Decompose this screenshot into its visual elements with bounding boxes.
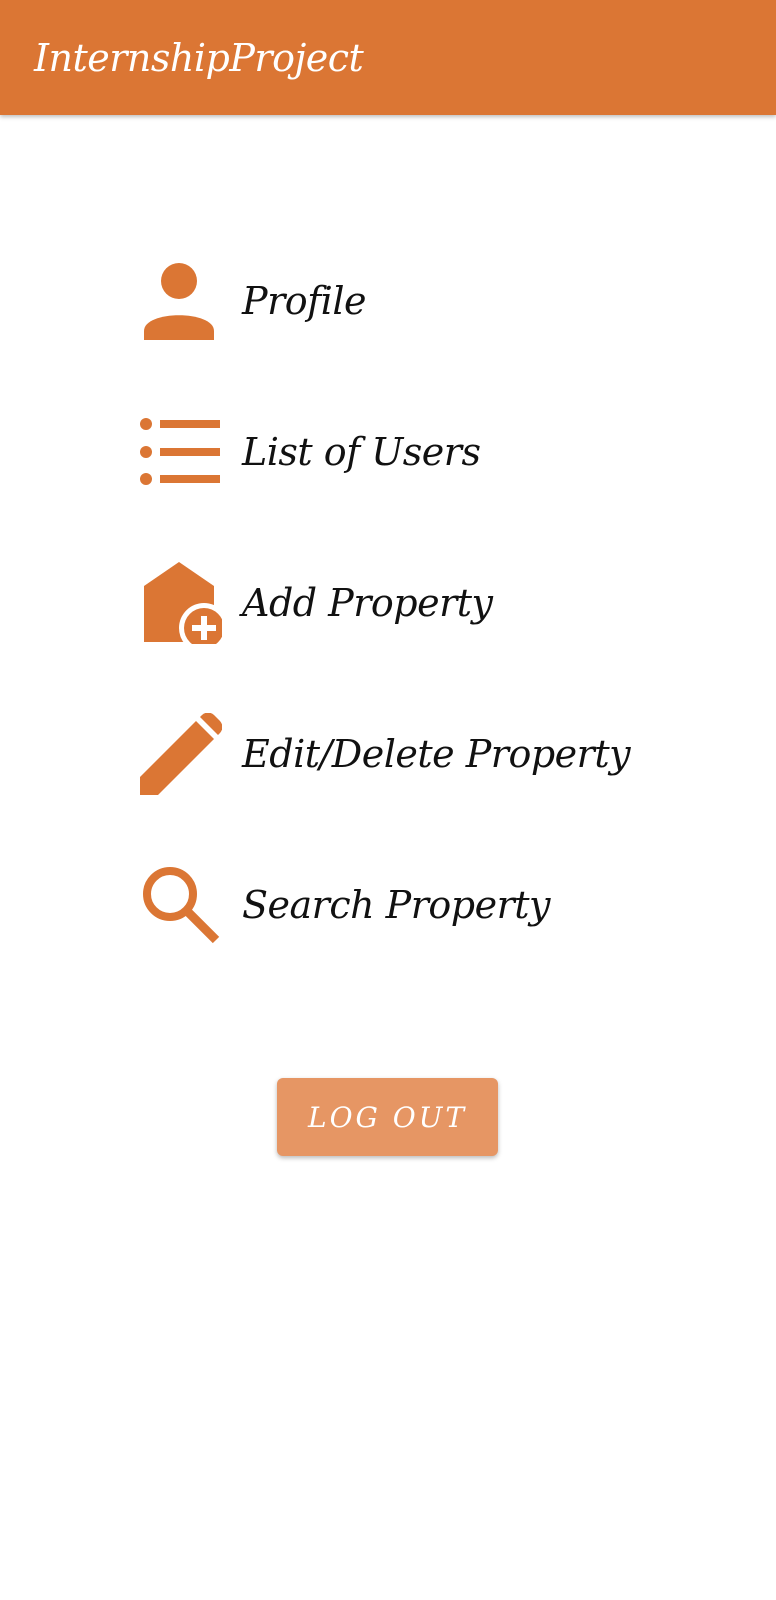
app-bar: InternshipProject xyxy=(0,0,776,115)
menu-item-profile[interactable]: Profile xyxy=(140,255,740,347)
menu-item-edit-delete-property[interactable]: Edit/Delete Property xyxy=(140,708,740,800)
person-icon xyxy=(140,260,222,342)
menu-item-list-of-users[interactable]: List of Users xyxy=(140,406,740,498)
list-icon xyxy=(140,411,222,493)
search-icon xyxy=(140,864,222,946)
menu-label-list-of-users: List of Users xyxy=(242,430,481,474)
menu-label-edit-delete-property: Edit/Delete Property xyxy=(242,732,631,776)
pencil-icon xyxy=(140,713,222,795)
menu-item-search-property[interactable]: Search Property xyxy=(140,859,740,951)
menu-label-profile: Profile xyxy=(242,279,366,323)
app-title: InternshipProject xyxy=(34,35,364,80)
menu-item-add-property[interactable]: Add Property xyxy=(140,557,740,649)
add-home-icon xyxy=(140,562,222,644)
logout-button[interactable]: LOG OUT xyxy=(277,1078,498,1156)
menu-label-search-property: Search Property xyxy=(242,883,551,927)
main-menu: Profile List of Users Add Property Edit/… xyxy=(140,255,740,1010)
menu-label-add-property: Add Property xyxy=(242,581,493,625)
